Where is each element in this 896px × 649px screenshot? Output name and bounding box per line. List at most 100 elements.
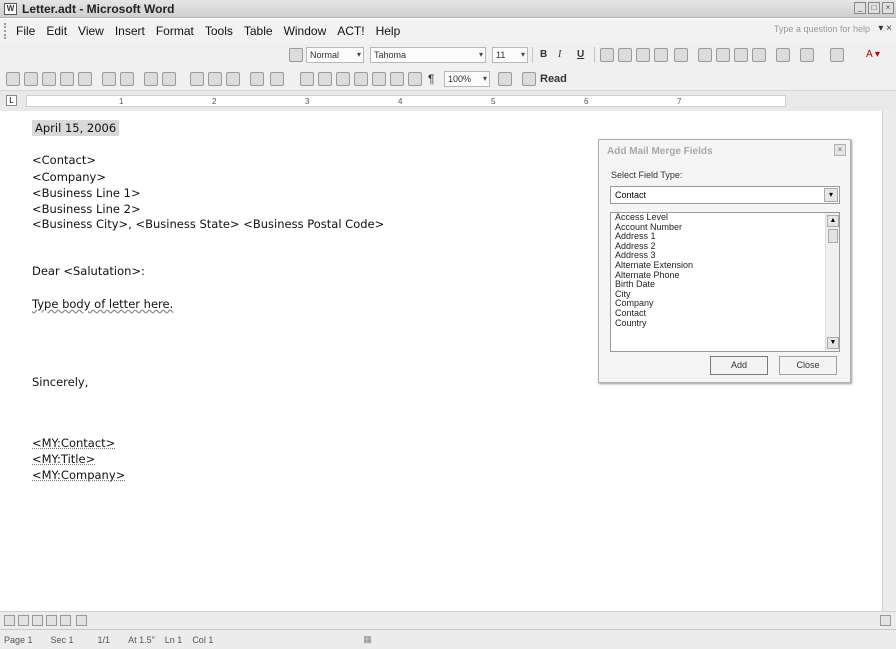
minimize-button[interactable]: _ bbox=[854, 2, 866, 14]
paste-icon[interactable] bbox=[226, 72, 240, 86]
scroll-right-icon[interactable] bbox=[880, 615, 891, 626]
highlight-icon[interactable] bbox=[800, 48, 814, 62]
italic-button[interactable]: I bbox=[558, 47, 561, 63]
document-map-icon[interactable] bbox=[408, 72, 422, 86]
bullets-icon[interactable] bbox=[716, 48, 730, 62]
bold-button[interactable]: B bbox=[540, 47, 547, 63]
field-list[interactable]: Access Level Account Number Address 1 Ad… bbox=[610, 212, 840, 352]
insert-table-icon[interactable] bbox=[336, 72, 350, 86]
font-color-glyph-icon[interactable]: A ▾ bbox=[866, 47, 880, 63]
scroll-left-icon[interactable] bbox=[76, 615, 87, 626]
scroll-down-icon[interactable]: ▼ bbox=[827, 337, 839, 349]
save-icon[interactable] bbox=[42, 72, 56, 86]
spelling-icon[interactable] bbox=[144, 72, 158, 86]
research-icon[interactable] bbox=[162, 72, 176, 86]
status-line: Ln 1 bbox=[164, 634, 183, 645]
menu-insert[interactable]: Insert bbox=[115, 24, 145, 38]
font-combo[interactable]: Tahoma ▾ bbox=[370, 47, 486, 63]
print-preview-icon[interactable] bbox=[120, 72, 134, 86]
redo-icon[interactable] bbox=[270, 72, 284, 86]
borders-icon[interactable] bbox=[776, 48, 790, 62]
tables-borders-icon[interactable] bbox=[318, 72, 332, 86]
line-spacing-icon[interactable] bbox=[674, 48, 688, 62]
decrease-indent-icon[interactable] bbox=[734, 48, 748, 62]
read-mode-icon[interactable] bbox=[522, 72, 536, 86]
columns-icon[interactable] bbox=[372, 72, 386, 86]
print-layout-view-icon[interactable] bbox=[32, 615, 43, 626]
close-button[interactable]: Close bbox=[779, 356, 837, 375]
tab-selector[interactable]: L bbox=[6, 95, 17, 106]
menu-view[interactable]: View bbox=[78, 24, 104, 38]
menu-table[interactable]: Table bbox=[244, 24, 273, 38]
merge-field-business-line2[interactable]: <Business Line 2> bbox=[32, 202, 141, 216]
normal-view-icon[interactable] bbox=[4, 615, 15, 626]
undo-icon[interactable] bbox=[250, 72, 264, 86]
ask-question-input[interactable]: Type a question for help bbox=[774, 24, 870, 34]
font-color-icon[interactable] bbox=[830, 48, 844, 62]
show-hide-icon[interactable]: ¶ bbox=[428, 71, 434, 87]
word-app-icon[interactable]: W bbox=[4, 2, 17, 15]
dialog-close-icon[interactable]: × bbox=[834, 144, 846, 156]
scroll-up-icon[interactable]: ▲ bbox=[827, 215, 839, 227]
style-combo[interactable]: Normal ▾ bbox=[306, 47, 364, 63]
insert-excel-icon[interactable] bbox=[354, 72, 368, 86]
font-size-combo[interactable]: 11 ▾ bbox=[492, 47, 528, 63]
add-button[interactable]: Add bbox=[710, 356, 768, 375]
field-list-item[interactable]: Birth Date bbox=[611, 280, 839, 290]
close-window-button[interactable]: × bbox=[882, 2, 894, 14]
scroll-thumb[interactable] bbox=[828, 229, 838, 243]
web-layout-view-icon[interactable] bbox=[18, 615, 29, 626]
spelling-status-icon[interactable]: ▦ bbox=[363, 634, 372, 645]
merge-field-company[interactable]: <Company> bbox=[32, 170, 106, 184]
ask-dropdown-icon[interactable]: ▾ × bbox=[878, 23, 892, 34]
new-document-icon[interactable] bbox=[6, 72, 20, 86]
menu-act[interactable]: ACT! bbox=[337, 24, 364, 38]
copy-icon[interactable] bbox=[208, 72, 222, 86]
menu-help[interactable]: Help bbox=[376, 24, 401, 38]
outline-view-icon[interactable] bbox=[46, 615, 57, 626]
underline-button[interactable]: U bbox=[577, 47, 584, 63]
merge-field-my-contact[interactable]: <MY:Contact> bbox=[32, 436, 115, 450]
hyperlink-icon[interactable] bbox=[300, 72, 314, 86]
letter-greeting[interactable]: Dear <Salutation>: bbox=[32, 264, 145, 278]
menu-grip[interactable] bbox=[4, 23, 8, 39]
field-type-select[interactable]: Contact ▾ bbox=[610, 186, 840, 204]
email-icon[interactable] bbox=[78, 72, 92, 86]
drawing-icon[interactable] bbox=[390, 72, 404, 86]
merge-field-contact[interactable]: <Contact> bbox=[32, 153, 96, 167]
align-center-icon[interactable] bbox=[618, 48, 632, 62]
read-button[interactable]: Read bbox=[540, 71, 567, 87]
menu-format[interactable]: Format bbox=[156, 24, 194, 38]
styles-pane-icon[interactable] bbox=[289, 48, 303, 62]
zoom-combo[interactable]: 100% ▾ bbox=[444, 71, 490, 87]
merge-field-city-state-zip[interactable]: <Business City>, <Business State> <Busin… bbox=[32, 217, 384, 231]
align-right-icon[interactable] bbox=[636, 48, 650, 62]
reading-layout-view-icon[interactable] bbox=[60, 615, 71, 626]
horizontal-ruler[interactable]: 1 2 3 4 5 6 7 bbox=[26, 95, 786, 107]
merge-field-my-company[interactable]: <MY:Company> bbox=[32, 468, 125, 482]
window-title: Letter.adt - Microsoft Word bbox=[22, 1, 175, 16]
increase-indent-icon[interactable] bbox=[752, 48, 766, 62]
letter-closing[interactable]: Sincerely, bbox=[32, 375, 88, 389]
maximize-button[interactable]: □ bbox=[868, 2, 880, 14]
chevron-down-icon[interactable]: ▾ bbox=[824, 188, 838, 202]
justify-icon[interactable] bbox=[654, 48, 668, 62]
merge-field-my-title[interactable]: <MY:Title> bbox=[32, 452, 95, 466]
field-list-item[interactable]: Country bbox=[611, 318, 839, 329]
help-icon[interactable] bbox=[498, 72, 512, 86]
vertical-scrollbar[interactable] bbox=[882, 111, 896, 611]
numbering-icon[interactable] bbox=[698, 48, 712, 62]
menu-file[interactable]: File bbox=[16, 24, 35, 38]
letter-date[interactable]: April 15, 2006 bbox=[32, 120, 120, 136]
field-list-scrollbar[interactable]: ▲ ▼ bbox=[825, 213, 839, 351]
menu-window[interactable]: Window bbox=[284, 24, 327, 38]
open-folder-icon[interactable] bbox=[24, 72, 38, 86]
menu-edit[interactable]: Edit bbox=[46, 24, 67, 38]
menu-tools[interactable]: Tools bbox=[205, 24, 233, 38]
align-left-icon[interactable] bbox=[600, 48, 614, 62]
merge-field-business-line1[interactable]: <Business Line 1> bbox=[32, 186, 141, 200]
permission-icon[interactable] bbox=[60, 72, 74, 86]
cut-icon[interactable] bbox=[190, 72, 204, 86]
letter-body[interactable]: Type body of letter here. bbox=[32, 297, 173, 311]
print-icon[interactable] bbox=[102, 72, 116, 86]
